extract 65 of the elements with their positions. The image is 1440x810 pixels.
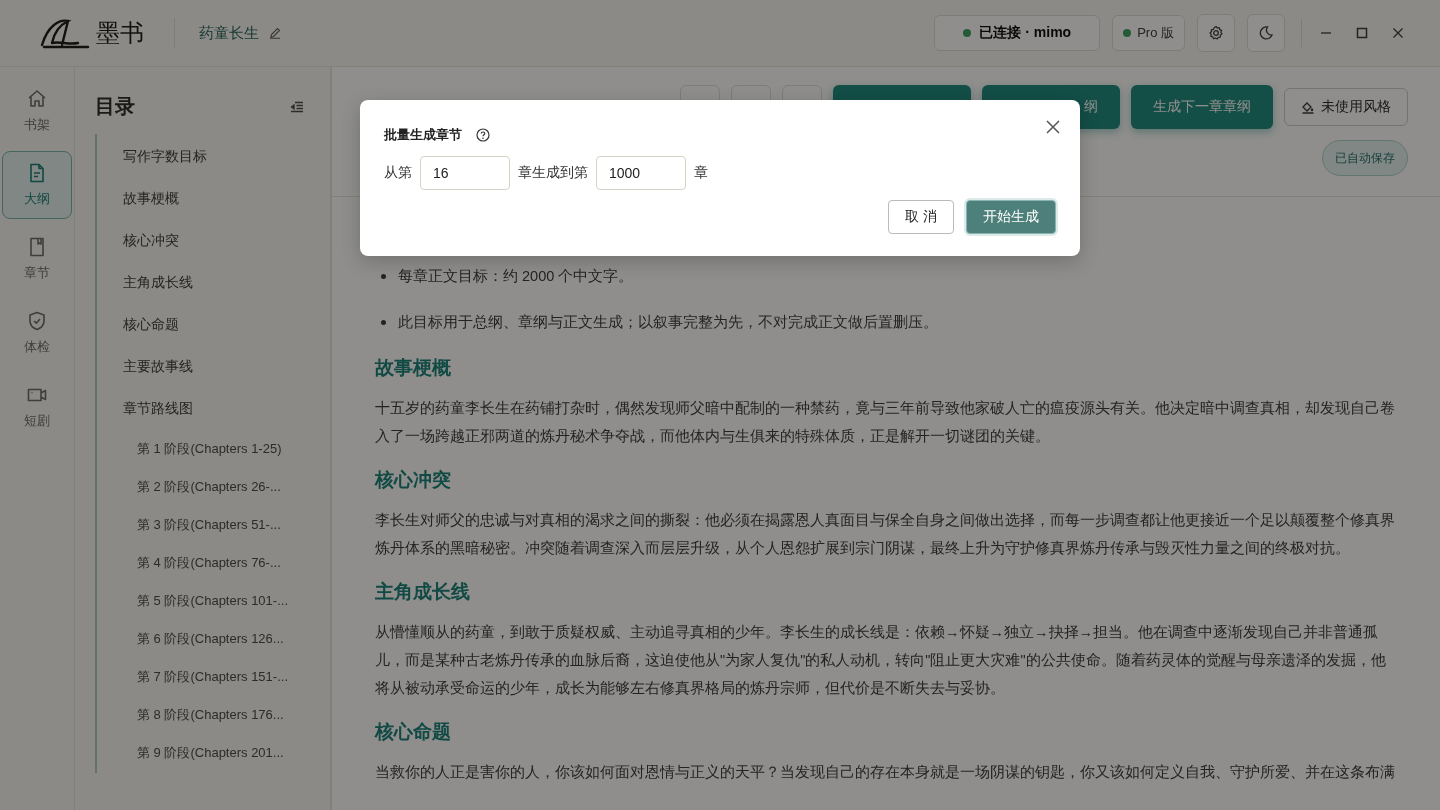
maximize-icon [1355,26,1369,40]
nav-item[interactable]: 体检 [2,299,72,367]
close-button[interactable] [1044,118,1062,136]
dark-mode-button[interactable] [1247,14,1285,52]
generate-button[interactable]: 生成下一章章纲 [1131,85,1273,129]
section-paragraph: 李长生对师父的忠诚与对真相的渴求之间的撕裂：他必须在揭露恩人真面目与保全自身之间做出选择，而每一步调查都让他更接近一个足以颠覆整个修真界炼丹体系的黑暗秘密。冲突随着调查深入而层层升级，从个人恩怨扩展到宗门阴谋，最终上升为守护修真界炼丹传承与毁灭性力量之间的终极对抗。 [375,511,1396,558]
collapse-menu-icon[interactable] [290,100,304,113]
home-icon [26,88,48,110]
section-heading: 核心冲突 [375,468,452,492]
section-heading: 主角成长线 [375,580,471,604]
status-dot-icon [1123,29,1132,37]
bullet-dot [381,273,386,279]
logo-text: 墨书 [96,18,144,49]
style-button[interactable]: 未使用风格 [1284,88,1408,126]
dialog-title: 批量生成章节 [384,126,462,144]
project-title[interactable]: 药童长生 [199,23,259,43]
start-button[interactable]: 开始生成 [966,200,1056,234]
plan-badge[interactable]: Pro 版 [1112,15,1185,51]
section-heading: 故事梗概 [375,356,452,380]
autosave-badge: 已自动保存 [1322,140,1408,176]
edit-pencil-icon[interactable] [269,27,281,39]
help-icon[interactable] [476,128,490,142]
nav-item[interactable]: 短剧 [2,373,72,441]
nav-item[interactable]: 大纲 [2,151,72,219]
bullet-text: 每章正文目标：约 2000 个中文字。 [398,266,634,286]
toc-item[interactable]: 第 2 阶段(Chapters 26-... [123,468,304,506]
range-label: 从第 [384,164,412,182]
nav-item[interactable]: 书架 [2,77,72,145]
toc-item[interactable]: 核心命题 [123,304,304,346]
shield-check-icon [26,310,48,332]
toc-title: 目录 [95,94,135,119]
section-paragraph: 从懵懂顺从的药童，到敢于质疑权威、主动追寻真相的少年。李长生的成长线是：依赖→怀疑→独立→抉择→担当。他在调查中逐渐发现自己并非普通孤儿，而是某种古老炼丹传承的血脉后裔，这迫使他从"为家人复仇"的私人动机，转向"阻止更大灾难"的公共使命。随着药灵体的觉醒与母亲遗泽的发掘，他将从被动承受命运的少年，成长为能够左右修真界格局的炼丹宗师，但代价是不断失去与妥协。 [375,623,1387,698]
toc-item[interactable]: 故事梗概 [123,178,304,220]
toc-item[interactable]: 写作字数目标 [123,136,304,178]
toc-item[interactable]: 第 7 阶段(Chapters 151-... [123,658,304,696]
close-icon [1044,118,1062,136]
toc-item[interactable]: 第 4 阶段(Chapters 76-... [123,544,304,582]
toc-item[interactable]: 第 1 阶段(Chapters 1-25) [123,430,304,468]
toc-item[interactable]: 第 6 阶段(Chapters 126... [123,620,304,658]
connection-status-button[interactable]: 已连接 · mimo [934,15,1101,51]
range-label: 章 [694,164,708,182]
close-icon [1391,26,1405,40]
settings-button[interactable] [1197,14,1235,52]
paint-bucket-icon [1301,100,1315,114]
section-heading: 核心命题 [375,720,452,744]
toc-item[interactable]: 主要故事线 [123,346,304,388]
chapter-number-field[interactable]: 1000 [596,156,686,190]
moon-icon [1258,25,1274,41]
section-paragraph: 当救你的人正是害你的人，你该如何面对恩情与正义的天平？当发现自己的存在本身就是一场阴谋的钥匙，你又该如何定义自我、守护所爱、并在这条布满 [375,763,1396,782]
nav-item[interactable]: 章节 [2,225,72,293]
bullet-text: 此目标用于总纲、章纲与正文生成；以叙事完整为先，不对完成正文做后置删压。 [398,312,938,332]
status-dot-icon [963,29,972,37]
toc-item[interactable]: 第 8 阶段(Chapters 176... [123,696,304,734]
chapter-number-field[interactable]: 16 [420,156,510,190]
toc-item[interactable]: 第 9 阶段(Chapters 201... [123,734,304,772]
toc-item[interactable]: 第 3 阶段(Chapters 51-... [123,506,304,544]
toc-item[interactable]: 第 5 阶段(Chapters 101-... [123,582,304,620]
range-label: 章生成到第 [518,164,588,182]
toc-item[interactable]: 章节路线图 [123,388,304,430]
gear-icon [1208,25,1224,41]
bullet-dot [381,319,386,325]
toc-item[interactable]: 主角成长线 [123,262,304,304]
section-paragraph: 十五岁的药童李长生在药铺打杂时，偶然发现师父暗中配制的一种禁药，竟与三年前导致他家破人亡的瘟疫源头有关。他决定暗中调查真相，却发现自己卷入了一场跨越正邪两道的炼丹秘术争夺战，而他体内与生俱来的特殊体质，正是解开一切谜团的关键。 [375,399,1396,446]
cancel-button[interactable]: 取 消 [888,200,954,234]
toc-item[interactable]: 核心冲突 [123,220,304,262]
